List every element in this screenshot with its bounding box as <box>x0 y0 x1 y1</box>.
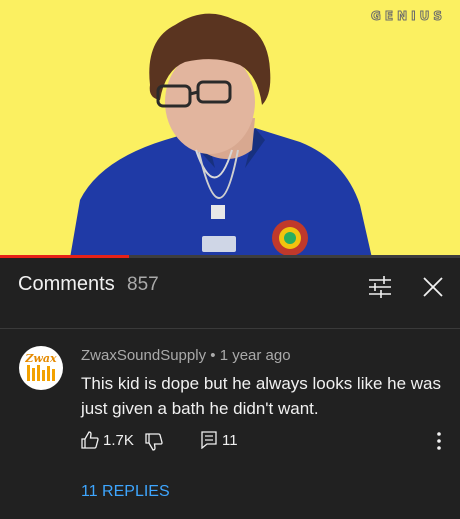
thumbs-down-icon[interactable] <box>145 433 163 451</box>
soundbars-icon <box>27 365 55 381</box>
close-button[interactable] <box>420 274 446 300</box>
comment-author[interactable]: ZwaxSoundSupply <box>81 347 206 364</box>
video-player[interactable]: GENIUS <box>0 0 460 258</box>
comment-thread: Zwax ZwaxSoundSupply • 1 year ago This k… <box>0 329 460 519</box>
reply-count: 11 <box>222 432 238 449</box>
comments-header: Comments 857 <box>0 258 460 329</box>
more-vert-icon <box>437 432 441 450</box>
comments-count: 857 <box>127 274 159 295</box>
comments-title: Comments <box>18 273 115 295</box>
meta-separator: • <box>210 347 216 364</box>
comment-time: 1 year ago <box>219 347 291 364</box>
sliders-icon <box>369 276 391 298</box>
genius-watermark: GENIUS <box>371 9 446 24</box>
comment-meta: ZwaxSoundSupply • 1 year ago <box>81 347 291 364</box>
more-options-button[interactable] <box>432 429 446 453</box>
close-icon <box>423 277 443 297</box>
reply-icon[interactable] <box>201 431 217 449</box>
thumbs-up-icon[interactable] <box>81 431 99 449</box>
sort-filter-button[interactable] <box>367 274 393 300</box>
avatar-logo-text: Zwax <box>25 352 57 365</box>
avatar[interactable]: Zwax <box>19 346 63 390</box>
video-frame <box>70 13 372 258</box>
comment-text: This kid is dope but he always looks lik… <box>81 374 442 418</box>
like-count: 1.7K <box>103 432 134 449</box>
view-replies-link[interactable]: 11 REPLIES <box>81 483 170 501</box>
